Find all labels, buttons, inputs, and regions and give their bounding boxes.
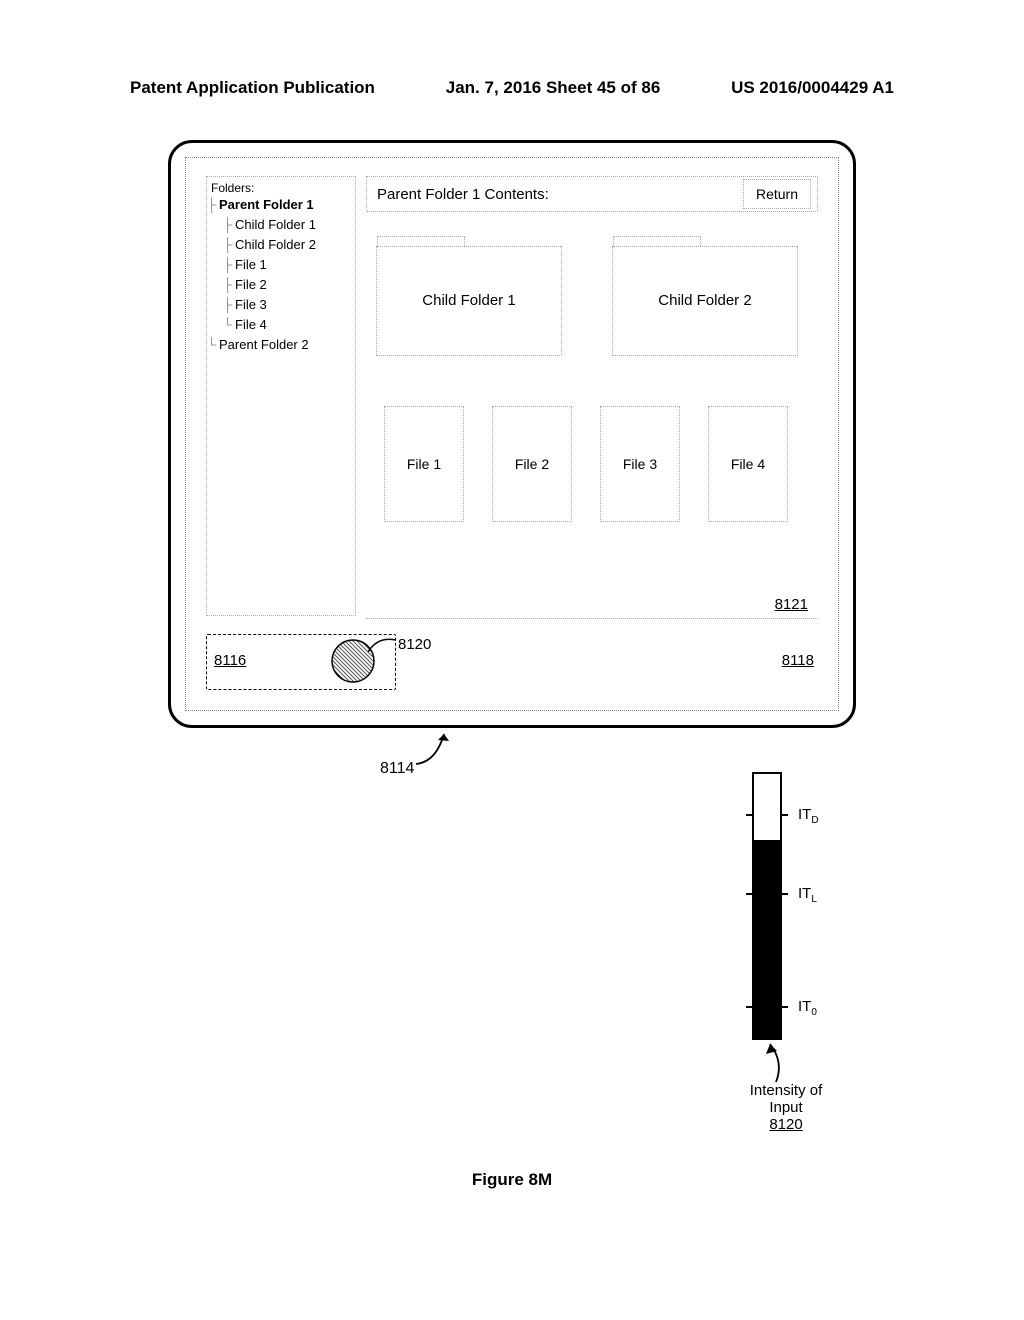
gauge-tick xyxy=(746,1006,754,1008)
tree-file-4[interactable]: File 4 xyxy=(227,315,351,335)
gauge-fill xyxy=(754,840,780,1038)
tree-parent-1[interactable]: Parent Folder 1 xyxy=(211,195,351,215)
ref-8118: 8118 xyxy=(782,652,814,669)
tree-child-2[interactable]: Child Folder 2 xyxy=(227,235,351,255)
header-center: Jan. 7, 2016 Sheet 45 of 86 xyxy=(446,78,661,98)
content-title: Parent Folder 1 Contents: xyxy=(377,186,549,203)
gauge-label-itl: ITL xyxy=(798,885,817,905)
file-tile-1[interactable]: File 1 xyxy=(384,406,464,522)
ref-8121: 8121 xyxy=(775,596,808,613)
gauge-leader-icon xyxy=(756,1038,796,1086)
bottom-area: 8116 8120 8118 xyxy=(206,634,818,690)
gauge-tick xyxy=(780,814,788,816)
arrow-8114-icon xyxy=(410,726,470,770)
panel-divider xyxy=(366,618,818,619)
ref-8114: 8114 xyxy=(380,760,414,778)
tree-parent-1-label: Parent Folder 1 xyxy=(219,197,314,212)
folder-tile-1[interactable]: Child Folder 1 xyxy=(376,246,562,356)
tree-file-2[interactable]: File 2 xyxy=(227,275,351,295)
gauge-label-it0: IT0 xyxy=(798,998,817,1018)
tree-child-1[interactable]: Child Folder 1 xyxy=(227,215,351,235)
gauge-caption: Intensity of Input 8120 xyxy=(716,1082,856,1133)
gauge-label-itd: ITD xyxy=(798,806,819,826)
tree-parent-2[interactable]: Parent Folder 2 xyxy=(211,335,351,355)
folder-tile-2[interactable]: Child Folder 2 xyxy=(612,246,798,356)
intensity-gauge: ITD ITL IT0 xyxy=(752,772,782,1040)
screen: Folders: Parent Folder 1 Child Folder 1 … xyxy=(185,157,839,711)
gauge-tick xyxy=(780,1006,788,1008)
header-right: US 2016/0004429 A1 xyxy=(731,78,894,98)
header-left: Patent Application Publication xyxy=(130,78,375,98)
device-frame: Folders: Parent Folder 1 Child Folder 1 … xyxy=(168,140,856,728)
return-button[interactable]: Return xyxy=(743,179,811,209)
tree-file-1[interactable]: File 1 xyxy=(227,255,351,275)
file-tile-3[interactable]: File 3 xyxy=(600,406,680,522)
content-header: Parent Folder 1 Contents: Return xyxy=(366,176,818,212)
gauge-tick xyxy=(780,893,788,895)
gauge-tick xyxy=(746,814,754,816)
figure-label: Figure 8M xyxy=(0,1170,1024,1190)
folder-tab-icon xyxy=(613,236,701,246)
file-tile-4[interactable]: File 4 xyxy=(708,406,788,522)
gauge-tick xyxy=(746,893,754,895)
ref-8116: 8116 xyxy=(214,652,246,669)
page-header: Patent Application Publication Jan. 7, 2… xyxy=(0,78,1024,98)
folder-tab-icon xyxy=(377,236,465,246)
folder-tree: Folders: Parent Folder 1 Child Folder 1 … xyxy=(206,176,356,616)
ref-8120: 8120 xyxy=(398,636,431,653)
tree-file-3[interactable]: File 3 xyxy=(227,295,351,315)
file-tile-2[interactable]: File 2 xyxy=(492,406,572,522)
tree-title: Folders: xyxy=(211,181,351,195)
